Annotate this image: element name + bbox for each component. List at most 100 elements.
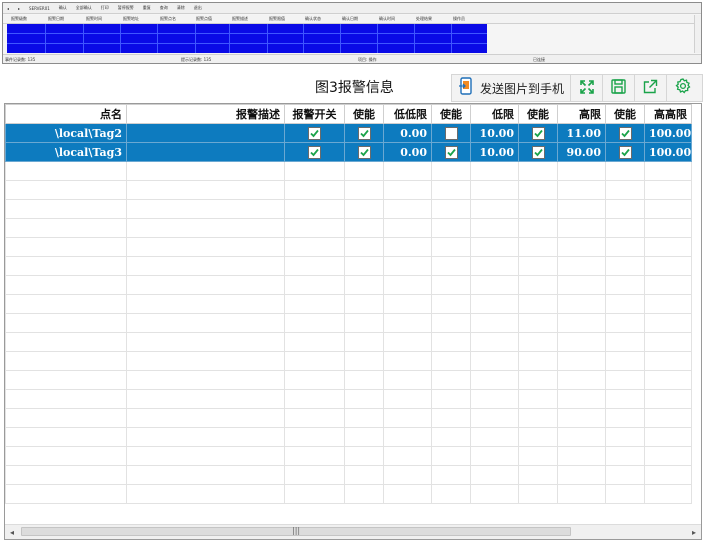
thumbnail-scrollbar[interactable] (694, 15, 701, 53)
empty-cell (470, 275, 519, 295)
empty-cell (126, 351, 285, 371)
alarm-switch-checkbox[interactable] (284, 142, 345, 162)
checkmark-icon[interactable] (308, 126, 321, 140)
save-button[interactable] (603, 75, 636, 101)
limit-value-cell[interactable]: 100.00 (644, 142, 692, 162)
empty-cell (470, 351, 519, 371)
thumb-tool-repeat[interactable]: 重复 (143, 5, 151, 11)
empty-cell (518, 351, 558, 371)
table-row[interactable]: \local\Tag3 0.00 10.00 90.00 100.00 (5, 142, 692, 162)
col-header-enable[interactable]: 使能 (431, 104, 471, 124)
checkbox-empty[interactable] (444, 126, 458, 140)
empty-cell (126, 275, 285, 295)
thumb-tool-exit[interactable]: 退出 (194, 5, 202, 11)
empty-cell (383, 427, 432, 447)
enable-checkbox[interactable] (518, 123, 558, 143)
empty-cell (644, 370, 692, 390)
empty-cell (644, 351, 692, 371)
scroll-right-icon[interactable]: ▸ (687, 525, 701, 539)
thumb-tool-confirm-all[interactable]: 全部确认 (76, 5, 92, 11)
col-header-enable[interactable]: 使能 (344, 104, 384, 124)
col-header-enable[interactable]: 使能 (605, 104, 645, 124)
thumb-col: 操作员 (453, 16, 465, 21)
thumb-tool-print[interactable]: 打印 (101, 5, 109, 11)
checkmark-icon[interactable] (444, 145, 458, 159)
enable-checkbox[interactable] (344, 123, 384, 143)
checkmark-icon[interactable] (308, 145, 321, 159)
col-header-lo[interactable]: 低限 (470, 104, 519, 124)
empty-cell (383, 484, 432, 504)
thumb-col: 确认日期 (342, 16, 358, 21)
scroll-thumb[interactable]: ||| (21, 526, 571, 536)
col-header-hi[interactable]: 高限 (557, 104, 606, 124)
checkmark-icon[interactable] (357, 126, 371, 140)
empty-cell (518, 180, 558, 200)
expand-button[interactable] (571, 75, 604, 101)
thumb-tool-next[interactable]: ▸ (18, 6, 20, 11)
thumbnail-selected-rows[interactable] (7, 24, 487, 53)
empty-table-row (5, 199, 692, 219)
empty-cell (431, 256, 471, 276)
empty-cell (431, 351, 471, 371)
checkmark-icon[interactable] (357, 145, 371, 159)
limit-value-cell[interactable]: 10.00 (470, 123, 519, 143)
col-header-alarm-switch[interactable]: 报警开关 (284, 104, 345, 124)
thumb-status-events: 事件记录数: 135 (5, 57, 36, 62)
empty-cell (284, 199, 345, 219)
horizontal-scrollbar[interactable]: ◂ ||| ▸ (5, 524, 701, 539)
limit-value-cell[interactable]: 0.00 (383, 123, 432, 143)
empty-cell (5, 199, 127, 219)
empty-cell (605, 237, 645, 257)
empty-cell (644, 218, 692, 238)
empty-cell (518, 389, 558, 409)
enable-checkbox[interactable] (518, 142, 558, 162)
empty-cell (383, 446, 432, 466)
tag-name-cell[interactable]: \local\Tag3 (5, 142, 127, 162)
checkmark-icon[interactable] (531, 126, 545, 140)
checkmark-icon[interactable] (618, 145, 632, 159)
limit-value-cell[interactable]: 11.00 (557, 123, 606, 143)
share-button[interactable] (635, 75, 668, 101)
empty-cell (605, 484, 645, 504)
description-cell[interactable] (126, 142, 285, 162)
empty-cell (5, 446, 127, 466)
enable-checkbox[interactable] (605, 123, 645, 143)
limit-value-cell[interactable]: 100.00 (644, 123, 692, 143)
thumb-tool-pause[interactable]: 暂停报警 (118, 5, 134, 11)
limit-value-cell[interactable]: 0.00 (383, 142, 432, 162)
empty-cell (126, 237, 285, 257)
empty-cell (431, 275, 471, 295)
alarm-switch-checkbox[interactable] (284, 123, 345, 143)
enable-checkbox[interactable] (431, 123, 471, 143)
enable-checkbox[interactable] (605, 142, 645, 162)
checkmark-icon[interactable] (531, 145, 545, 159)
description-cell[interactable] (126, 123, 285, 143)
thumb-tool-prev[interactable]: ◂ (7, 6, 9, 11)
thumb-tool-query[interactable]: 查询 (160, 5, 168, 11)
scroll-left-icon[interactable]: ◂ (5, 525, 19, 539)
limit-value-cell[interactable]: 10.00 (470, 142, 519, 162)
table-row[interactable]: \local\Tag2 0.00 10.00 11.00 100.00 (5, 123, 692, 143)
send-to-phone-button[interactable]: 发送图片到手机 (452, 75, 572, 101)
empty-cell (126, 313, 285, 333)
checkmark-icon[interactable] (618, 126, 632, 140)
empty-cell (470, 465, 519, 485)
empty-cell (605, 256, 645, 276)
col-header-hihi[interactable]: 高高限 (644, 104, 692, 124)
thumb-tool-confirm[interactable]: 确认 (59, 5, 67, 11)
settings-button[interactable] (667, 75, 698, 101)
col-header-description[interactable]: 报警描述 (126, 104, 285, 124)
enable-checkbox[interactable] (344, 142, 384, 162)
thumb-tool-clear[interactable]: 清除 (177, 5, 185, 11)
tag-name-cell[interactable]: \local\Tag2 (5, 123, 127, 143)
col-header-lolo[interactable]: 低低限 (383, 104, 432, 124)
col-header-enable[interactable]: 使能 (518, 104, 558, 124)
empty-cell (126, 294, 285, 314)
col-header-name[interactable]: 点名 (5, 104, 127, 124)
limit-value-cell[interactable]: 90.00 (557, 142, 606, 162)
thumb-tool-server[interactable]: SERVER01 (29, 6, 50, 11)
empty-cell (344, 408, 384, 428)
empty-cell (518, 332, 558, 352)
enable-checkbox[interactable] (431, 142, 471, 162)
empty-cell (470, 161, 519, 181)
